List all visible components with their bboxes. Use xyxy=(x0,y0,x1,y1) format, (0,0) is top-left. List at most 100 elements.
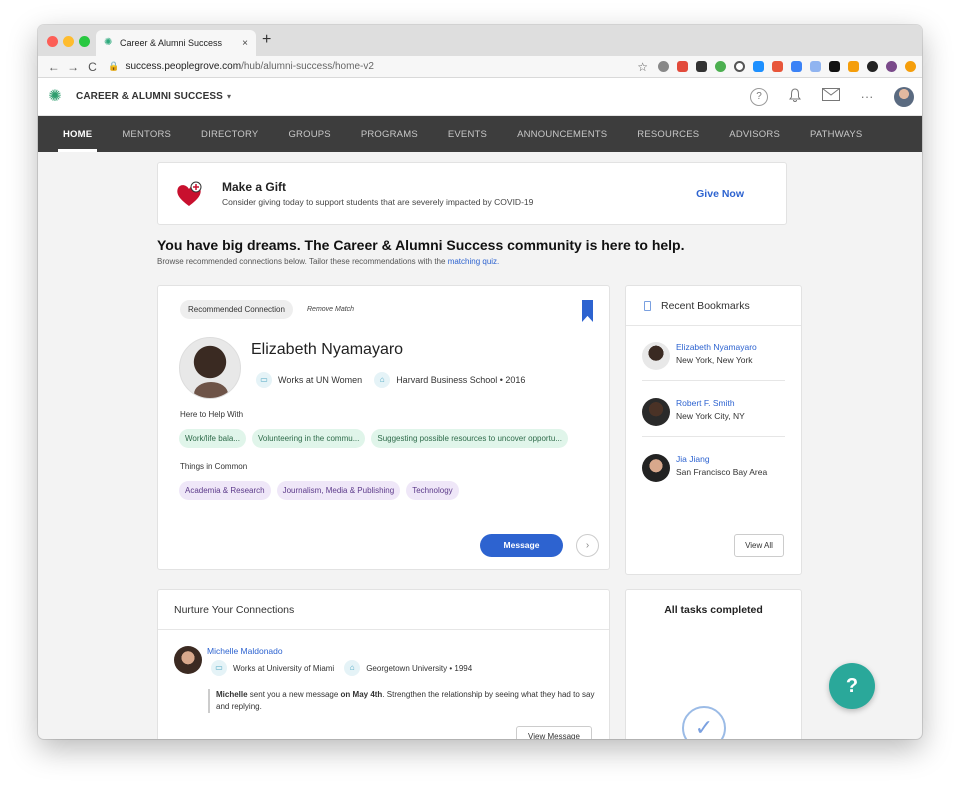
nurture-connection-name[interactable]: Michelle Maldonado xyxy=(207,646,283,656)
nav-events[interactable]: EVENTS xyxy=(433,116,502,152)
extension-icon[interactable] xyxy=(715,61,727,72)
nav-groups[interactable]: GROUPS xyxy=(273,116,345,152)
org-caret-icon[interactable]: ▾ xyxy=(227,92,231,101)
list-item[interactable]: Jia Jiang San Francisco Bay Area xyxy=(642,454,786,482)
url-host: success.peoplegrove.com xyxy=(125,61,242,72)
browser-tab[interactable]: ✺ Career & Alumni Success × xyxy=(96,30,256,56)
tasks-card: All tasks completed ✓ xyxy=(625,589,802,739)
view-message-button[interactable]: View Message xyxy=(516,726,592,739)
help-chip[interactable]: Work/life bala... xyxy=(179,429,246,448)
forward-icon[interactable]: → xyxy=(63,60,82,74)
nav-programs[interactable]: PROGRAMS xyxy=(346,116,433,152)
nav-directory[interactable]: DIRECTORY xyxy=(186,116,273,152)
hero: You have big dreams. The Career & Alumni… xyxy=(157,237,684,266)
nurture-connections-card: Nurture Your Connections Michelle Maldon… xyxy=(157,589,610,739)
extension-icon[interactable] xyxy=(734,61,746,72)
graduation-cap-icon: ⌂ xyxy=(344,660,361,676)
divider xyxy=(642,380,785,381)
connection-name[interactable]: Elizabeth Nyamayaro xyxy=(251,341,403,359)
common-label: Things in Common xyxy=(180,462,248,471)
help-chip[interactable]: Suggesting possible resources to uncover… xyxy=(371,429,568,448)
message-button[interactable]: Message xyxy=(480,534,563,557)
nav-resources[interactable]: RESOURCES xyxy=(622,116,714,152)
nav-pathways[interactable]: PATHWAYS xyxy=(795,116,877,152)
url-path: /hub/alumni-success/home-v2 xyxy=(241,61,374,72)
tab-close-icon[interactable]: × xyxy=(242,38,248,49)
back-icon[interactable]: ← xyxy=(44,60,63,74)
nav-home[interactable]: HOME xyxy=(48,116,107,152)
notifications-bell-icon[interactable] xyxy=(786,87,804,106)
new-tab-button[interactable]: + xyxy=(262,31,271,49)
tasks-title: All tasks completed xyxy=(664,604,763,616)
list-item[interactable]: Elizabeth Nyamayaro New York, New York xyxy=(642,342,786,370)
bookmark-name[interactable]: Robert F. Smith xyxy=(676,398,745,408)
recommended-badge: Recommended Connection xyxy=(180,300,293,319)
bookmark-name[interactable]: Jia Jiang xyxy=(676,454,767,464)
extension-icon[interactable] xyxy=(810,61,822,72)
avatar[interactable] xyxy=(179,337,241,399)
help-chips: Work/life bala... Volunteering in the co… xyxy=(179,429,568,448)
common-chip[interactable]: Academia & Research xyxy=(179,481,271,500)
nurture-school: Georgetown University • 1994 xyxy=(366,663,473,673)
maximize-window-button[interactable] xyxy=(79,36,90,47)
connection-work: Works at UN Women xyxy=(278,375,363,385)
divider xyxy=(642,436,785,437)
connection-meta: ▭ Works at UN Women ⌂ Harvard Business S… xyxy=(256,372,525,388)
give-now-link[interactable]: Give Now xyxy=(696,188,744,200)
matching-quiz-link[interactable]: matching quiz. xyxy=(448,257,500,266)
gift-title: Make a Gift xyxy=(222,180,287,194)
browser-window: ✺ Career & Alumni Success × + ← → C 🔒 su… xyxy=(38,25,922,739)
org-logo-icon[interactable]: ✺ xyxy=(46,88,64,106)
remove-match-link[interactable]: Remove Match xyxy=(307,306,354,313)
common-chip[interactable]: Technology xyxy=(406,481,459,500)
org-name[interactable]: CAREER & ALUMNI SUCCESS xyxy=(76,91,223,102)
bookmark-location: San Francisco Bay Area xyxy=(676,467,768,477)
address-bar: ← → C 🔒 success.peoplegrove.com/hub/alum… xyxy=(38,56,922,78)
message-text: sent you a new message xyxy=(247,690,341,699)
hero-subtitle-text: Browse recommended connections below. Ta… xyxy=(157,257,446,266)
url-input[interactable]: 🔒 success.peoplegrove.com/hub/alumni-suc… xyxy=(108,58,593,76)
extension-icon[interactable] xyxy=(696,61,708,72)
recommended-connection-card: Recommended Connection Remove Match Eliz… xyxy=(157,285,610,570)
profile-icon[interactable] xyxy=(886,61,898,72)
help-icon[interactable]: ? xyxy=(750,87,768,106)
help-chip[interactable]: Volunteering in the commu... xyxy=(251,429,366,448)
extension-icon[interactable] xyxy=(658,61,670,72)
extension-icon[interactable] xyxy=(753,61,765,72)
hero-subtitle: Browse recommended connections below. Ta… xyxy=(157,257,684,266)
header-actions: ? ··· xyxy=(750,86,914,107)
avatar[interactable] xyxy=(174,646,202,674)
help-chat-button[interactable]: ? xyxy=(829,663,875,709)
common-chips: Academia & Research Journalism, Media & … xyxy=(179,481,459,500)
nav-announcements[interactable]: ANNOUNCEMENTS xyxy=(502,116,622,152)
extension-icon[interactable] xyxy=(905,61,917,72)
heart-gift-icon xyxy=(174,179,204,209)
extension-icon[interactable] xyxy=(772,61,784,72)
view-all-button[interactable]: View All xyxy=(734,534,784,557)
extension-icon[interactable] xyxy=(848,61,860,72)
minimize-window-button[interactable] xyxy=(63,36,74,47)
next-arrow-icon[interactable]: › xyxy=(576,534,599,557)
more-options-icon[interactable]: ··· xyxy=(858,88,876,106)
bookmark-icon[interactable] xyxy=(582,300,593,322)
avatar xyxy=(642,454,670,482)
messages-mail-icon[interactable] xyxy=(822,87,840,106)
nav-mentors[interactable]: MENTORS xyxy=(107,116,186,152)
bookmark-location: New York, New York xyxy=(676,355,753,365)
extension-icon[interactable] xyxy=(791,61,803,72)
user-avatar[interactable] xyxy=(894,86,914,107)
gift-banner: Make a Gift Consider giving today to sup… xyxy=(157,162,787,225)
common-chip[interactable]: Journalism, Media & Publishing xyxy=(276,481,401,500)
bookmark-star-icon[interactable]: ☆ xyxy=(637,60,648,74)
connection-school: Harvard Business School • 2016 xyxy=(396,375,526,385)
nav-advisors[interactable]: ADVISORS xyxy=(714,116,795,152)
list-item[interactable]: Robert F. Smith New York City, NY xyxy=(642,398,786,426)
close-window-button[interactable] xyxy=(47,36,58,47)
bookmark-name[interactable]: Elizabeth Nyamayaro xyxy=(676,342,757,352)
reload-icon[interactable]: C xyxy=(83,60,102,74)
extension-icon[interactable] xyxy=(829,61,841,72)
gift-text: Make a Gift Consider giving today to sup… xyxy=(222,180,533,207)
checkmark-icon: ✓ xyxy=(682,706,726,739)
extension-icon[interactable] xyxy=(867,61,879,72)
extension-icon[interactable] xyxy=(677,61,689,72)
